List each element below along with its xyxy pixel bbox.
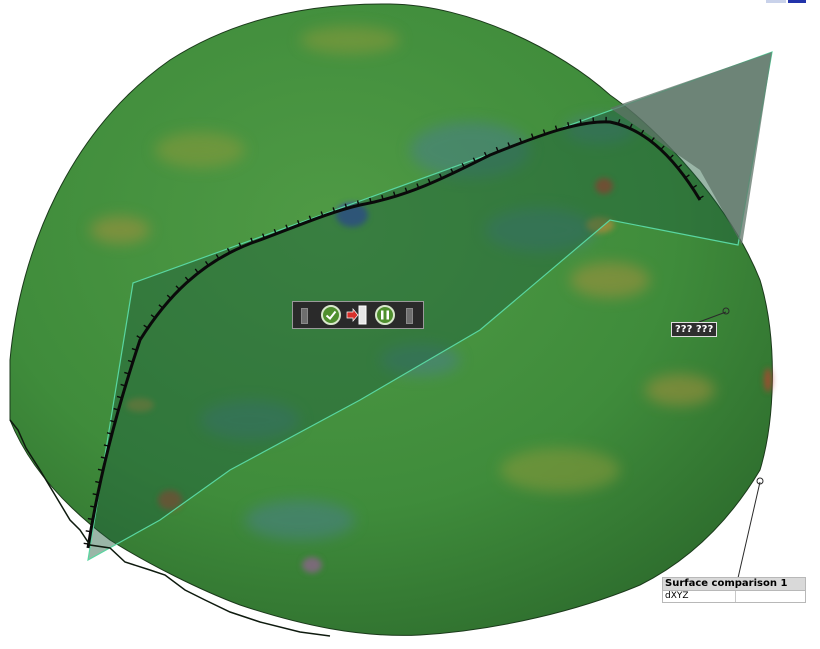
curve-tick <box>87 517 93 521</box>
corner-widget-blue <box>788 0 806 3</box>
curve-tick <box>85 530 91 533</box>
arrow-into-door-icon[interactable] <box>345 305 369 325</box>
3d-viewport[interactable]: ??? ??? Surface comparison 1 dXYZ <box>0 0 820 649</box>
point-label[interactable]: ??? ??? <box>671 322 718 337</box>
curve-tick <box>579 119 582 125</box>
row-name: dXYZ <box>663 591 736 602</box>
grip-left-icon[interactable] <box>301 308 308 324</box>
comparison-title: Surface comparison 1 <box>663 578 805 591</box>
grip-right-icon[interactable] <box>406 308 413 324</box>
row-value <box>736 591 805 602</box>
floating-mini-toolbar <box>292 301 424 329</box>
table-row: dXYZ <box>663 591 805 602</box>
curve-tick <box>90 505 96 508</box>
corner-widget-light <box>766 0 786 3</box>
curve-tick <box>92 493 98 496</box>
curve-tick <box>592 117 595 123</box>
pause-bars-icon[interactable] <box>375 305 395 325</box>
curve-tick <box>83 542 89 545</box>
surface-comparison-panel[interactable]: Surface comparison 1 dXYZ <box>662 577 806 603</box>
check-circle-icon[interactable] <box>321 305 341 325</box>
